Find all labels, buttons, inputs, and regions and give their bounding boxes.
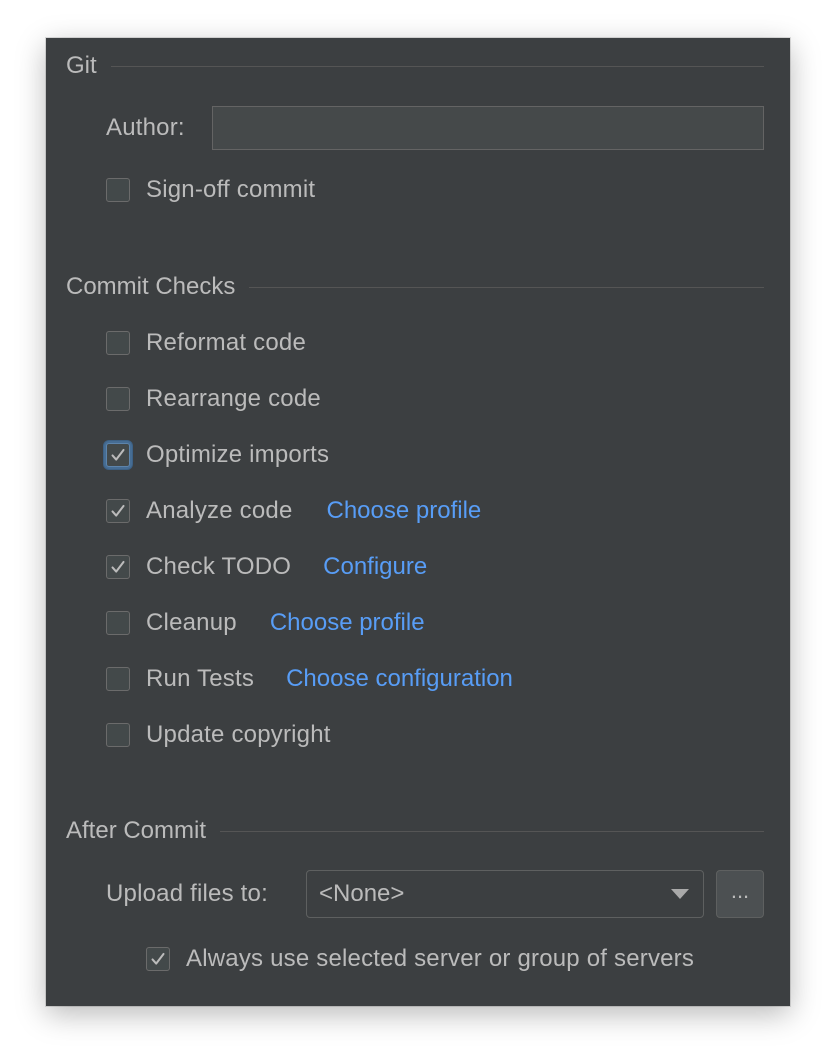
update-copyright-checkbox[interactable] xyxy=(106,723,130,747)
check-row-rearrange-code[interactable]: Rearrange code xyxy=(106,381,321,417)
section-divider xyxy=(110,65,764,67)
check-row-analyze-code[interactable]: Analyze code Choose profile xyxy=(106,493,481,529)
cleanup-choose-profile-link[interactable]: Choose profile xyxy=(270,609,425,637)
check-row-check-todo[interactable]: Check TODO Configure xyxy=(106,549,427,585)
check-mark-icon xyxy=(111,504,125,517)
signoff-commit-row[interactable]: Sign-off commit xyxy=(106,172,315,208)
commit-checks-section-header: Commit Checks xyxy=(66,272,764,302)
run-tests-checkbox[interactable] xyxy=(106,667,130,691)
git-section-header: Git xyxy=(66,51,764,81)
run-tests-label: Run Tests xyxy=(146,665,255,692)
run-tests-choose-configuration-link[interactable]: Choose configuration xyxy=(286,665,513,693)
upload-server-dropdown[interactable]: <None> xyxy=(306,870,704,918)
check-row-cleanup[interactable]: Cleanup Choose profile xyxy=(106,605,425,641)
always-use-server-checkbox[interactable] xyxy=(146,947,170,971)
check-mark-icon xyxy=(111,448,125,461)
after-commit-section-header: After Commit xyxy=(66,816,764,846)
analyze-code-label: Analyze code xyxy=(146,497,293,524)
signoff-commit-label: Sign-off commit xyxy=(146,176,316,203)
check-row-reformat-code[interactable]: Reformat code xyxy=(106,325,306,361)
author-row: Author: xyxy=(106,110,185,146)
analyze-code-choose-profile-link[interactable]: Choose profile xyxy=(327,497,482,525)
upload-files-label: Upload files to: xyxy=(106,880,268,907)
update-copyright-label: Update copyright xyxy=(146,721,331,748)
commit-checks-section-title: Commit Checks xyxy=(66,273,236,300)
rearrange-code-label: Rearrange code xyxy=(146,385,321,412)
reformat-code-label: Reformat code xyxy=(146,329,307,356)
signoff-commit-checkbox[interactable] xyxy=(106,178,130,202)
author-input[interactable] xyxy=(212,106,764,150)
always-use-server-label: Always use selected server or group of s… xyxy=(186,945,695,972)
upload-server-value: <None> xyxy=(319,880,405,907)
cleanup-label: Cleanup xyxy=(146,609,237,636)
check-mark-icon xyxy=(111,560,125,573)
check-todo-label: Check TODO xyxy=(146,553,292,580)
after-commit-section-title: After Commit xyxy=(66,817,207,844)
section-divider xyxy=(249,286,764,288)
analyze-code-checkbox[interactable] xyxy=(106,499,130,523)
check-row-optimize-imports[interactable]: Optimize imports xyxy=(106,437,329,473)
git-section-title: Git xyxy=(66,52,97,79)
browse-servers-button[interactable]: ... xyxy=(716,870,764,918)
chevron-down-icon xyxy=(671,889,689,899)
section-divider xyxy=(220,830,764,832)
cleanup-checkbox[interactable] xyxy=(106,611,130,635)
reformat-code-checkbox[interactable] xyxy=(106,331,130,355)
check-todo-configure-link[interactable]: Configure xyxy=(323,553,427,581)
always-use-server-row[interactable]: Always use selected server or group of s… xyxy=(146,941,694,977)
rearrange-code-checkbox[interactable] xyxy=(106,387,130,411)
upload-files-row: Upload files to: xyxy=(106,876,268,912)
check-todo-checkbox[interactable] xyxy=(106,555,130,579)
optimize-imports-label: Optimize imports xyxy=(146,441,330,468)
optimize-imports-checkbox[interactable] xyxy=(106,443,130,467)
author-label: Author: xyxy=(106,114,185,141)
check-mark-icon xyxy=(151,952,165,965)
check-row-run-tests[interactable]: Run Tests Choose configuration xyxy=(106,661,513,697)
commit-options-panel: Git Author: Sign-off commit Commit Check… xyxy=(46,38,790,1006)
check-row-update-copyright[interactable]: Update copyright xyxy=(106,717,331,753)
